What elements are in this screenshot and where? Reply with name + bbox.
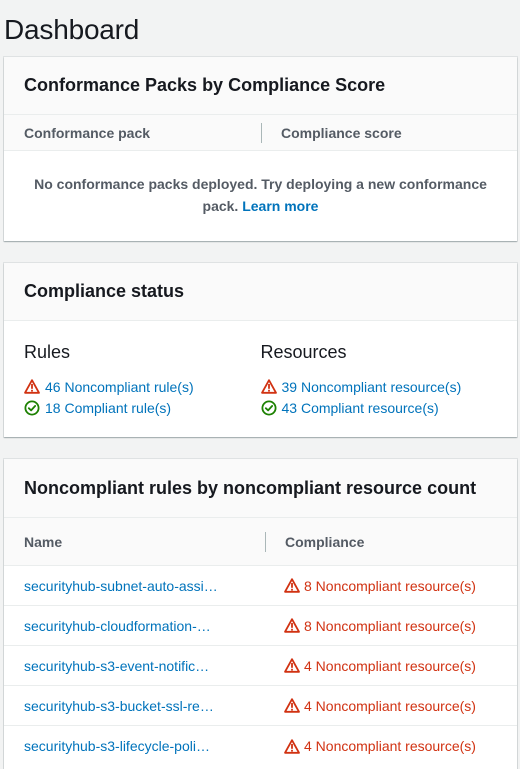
- warning-triangle-icon: [284, 618, 300, 633]
- rules-column: Rules 46 Noncompliant rule(s) 18 Complia…: [24, 321, 261, 418]
- conformance-packs-title: Conformance Packs by Compliance Score: [24, 75, 386, 95]
- rule-compliance-cell: 8 Noncompliant resource(s): [264, 618, 476, 634]
- resources-compliant-item: 43 Compliant resource(s): [261, 397, 498, 418]
- check-circle-icon: [261, 400, 276, 415]
- warning-triangle-icon: [260, 379, 277, 394]
- check-circle-icon: [24, 400, 40, 415]
- col-compliance-score-label: Compliance score: [281, 124, 402, 141]
- col-compliance-label: Compliance: [285, 533, 365, 550]
- rule-compliance-text: 4 Noncompliant resource(s): [304, 697, 476, 714]
- warning-triangle-icon: [284, 578, 300, 593]
- table-row: securityhub-s3-lifecycle-poli… 4 Noncomp…: [4, 726, 517, 766]
- resources-noncompliant-link[interactable]: 39 Noncompliant resource(s): [282, 379, 462, 395]
- rule-compliance-text: 8 Noncompliant resource(s): [304, 617, 476, 634]
- rules-heading: Rules: [24, 342, 71, 362]
- rule-name-link[interactable]: securityhub-s3-lifecycle-poli…: [24, 738, 210, 754]
- learn-more-link[interactable]: Learn more: [242, 198, 318, 214]
- warning-triangle-icon: [284, 658, 300, 673]
- noncompliant-rules-title: Noncompliant rules by noncompliant resou…: [24, 477, 477, 498]
- table-row: securityhub-s3-bucket-ssl-re… 4 Noncompl…: [4, 686, 517, 726]
- table-row: securityhub-cloudformation-… 8 Noncompli…: [4, 606, 517, 646]
- conformance-empty-message: No conformance packs deployed. Try deplo…: [4, 151, 517, 217]
- rules-noncompliant-item: 46 Noncompliant rule(s): [24, 376, 261, 397]
- conformance-packs-header: Conformance Packs by Compliance Score: [4, 57, 517, 115]
- col-conformance-pack[interactable]: Conformance pack: [4, 125, 261, 141]
- rule-compliance-text: 4 Noncompliant resource(s): [304, 738, 476, 754]
- col-compliance[interactable]: Compliance: [265, 531, 365, 552]
- rules-noncompliant-link[interactable]: 46 Noncompliant rule(s): [45, 379, 194, 395]
- resources-compliant-link[interactable]: 43 Compliant resource(s): [282, 400, 439, 416]
- rule-name-link[interactable]: securityhub-s3-event-notific…: [24, 658, 209, 674]
- rule-compliance-cell: 4 Noncompliant resource(s): [264, 658, 476, 674]
- warning-triangle-icon: [284, 738, 300, 754]
- col-name[interactable]: Name: [4, 534, 265, 550]
- warning-triangle-icon: [24, 379, 40, 394]
- conformance-table-header: Conformance pack Compliance score: [4, 115, 517, 151]
- table-row: securityhub-subnet-auto-assi… 8 Noncompl…: [4, 566, 517, 606]
- rules-compliant-item: 18 Compliant rule(s): [24, 397, 261, 418]
- noncompliant-rules-header: Noncompliant rules by noncompliant resou…: [4, 459, 517, 518]
- resources-heading: Resources: [260, 342, 347, 362]
- resources-column: Resources 39 Noncompliant resource(s) 43…: [261, 321, 498, 418]
- rule-compliance-text: 8 Noncompliant resource(s): [304, 577, 476, 594]
- conformance-packs-card: Conformance Packs by Compliance Score Co…: [4, 57, 517, 241]
- warning-triangle-icon: [284, 698, 300, 713]
- noncompliant-rules-table-body: securityhub-subnet-auto-assi… 8 Noncompl…: [4, 566, 517, 766]
- noncompliant-rules-card: Noncompliant rules by noncompliant resou…: [4, 459, 517, 769]
- compliance-status-body: Rules 46 Noncompliant rule(s) 18 Complia…: [4, 321, 517, 418]
- noncompliant-table-header: Name Compliance: [4, 518, 517, 566]
- compliance-status-header: Compliance status: [4, 263, 517, 321]
- resources-noncompliant-item: 39 Noncompliant resource(s): [260, 376, 498, 397]
- table-row: securityhub-s3-event-notific… 4 Noncompl…: [4, 646, 517, 686]
- rule-compliance-cell: 8 Noncompliant resource(s): [264, 578, 476, 594]
- rules-compliant-link[interactable]: 18 Compliant rule(s): [45, 400, 171, 416]
- rule-name-link[interactable]: securityhub-cloudformation-…: [24, 618, 211, 634]
- rule-compliance-cell: 4 Noncompliant resource(s): [264, 738, 476, 754]
- col-compliance-score[interactable]: Compliance score: [261, 122, 402, 143]
- compliance-status-title: Compliance status: [24, 281, 185, 301]
- rule-name-link[interactable]: securityhub-subnet-auto-assi…: [24, 578, 218, 594]
- rule-compliance-cell: 4 Noncompliant resource(s): [264, 698, 476, 714]
- rule-name-link[interactable]: securityhub-s3-bucket-ssl-re…: [24, 698, 214, 714]
- page-title: Dashboard: [4, 14, 140, 45]
- rule-compliance-text: 4 Noncompliant resource(s): [304, 657, 476, 674]
- compliance-status-card: Compliance status Rules 46 Noncompliant …: [4, 263, 517, 437]
